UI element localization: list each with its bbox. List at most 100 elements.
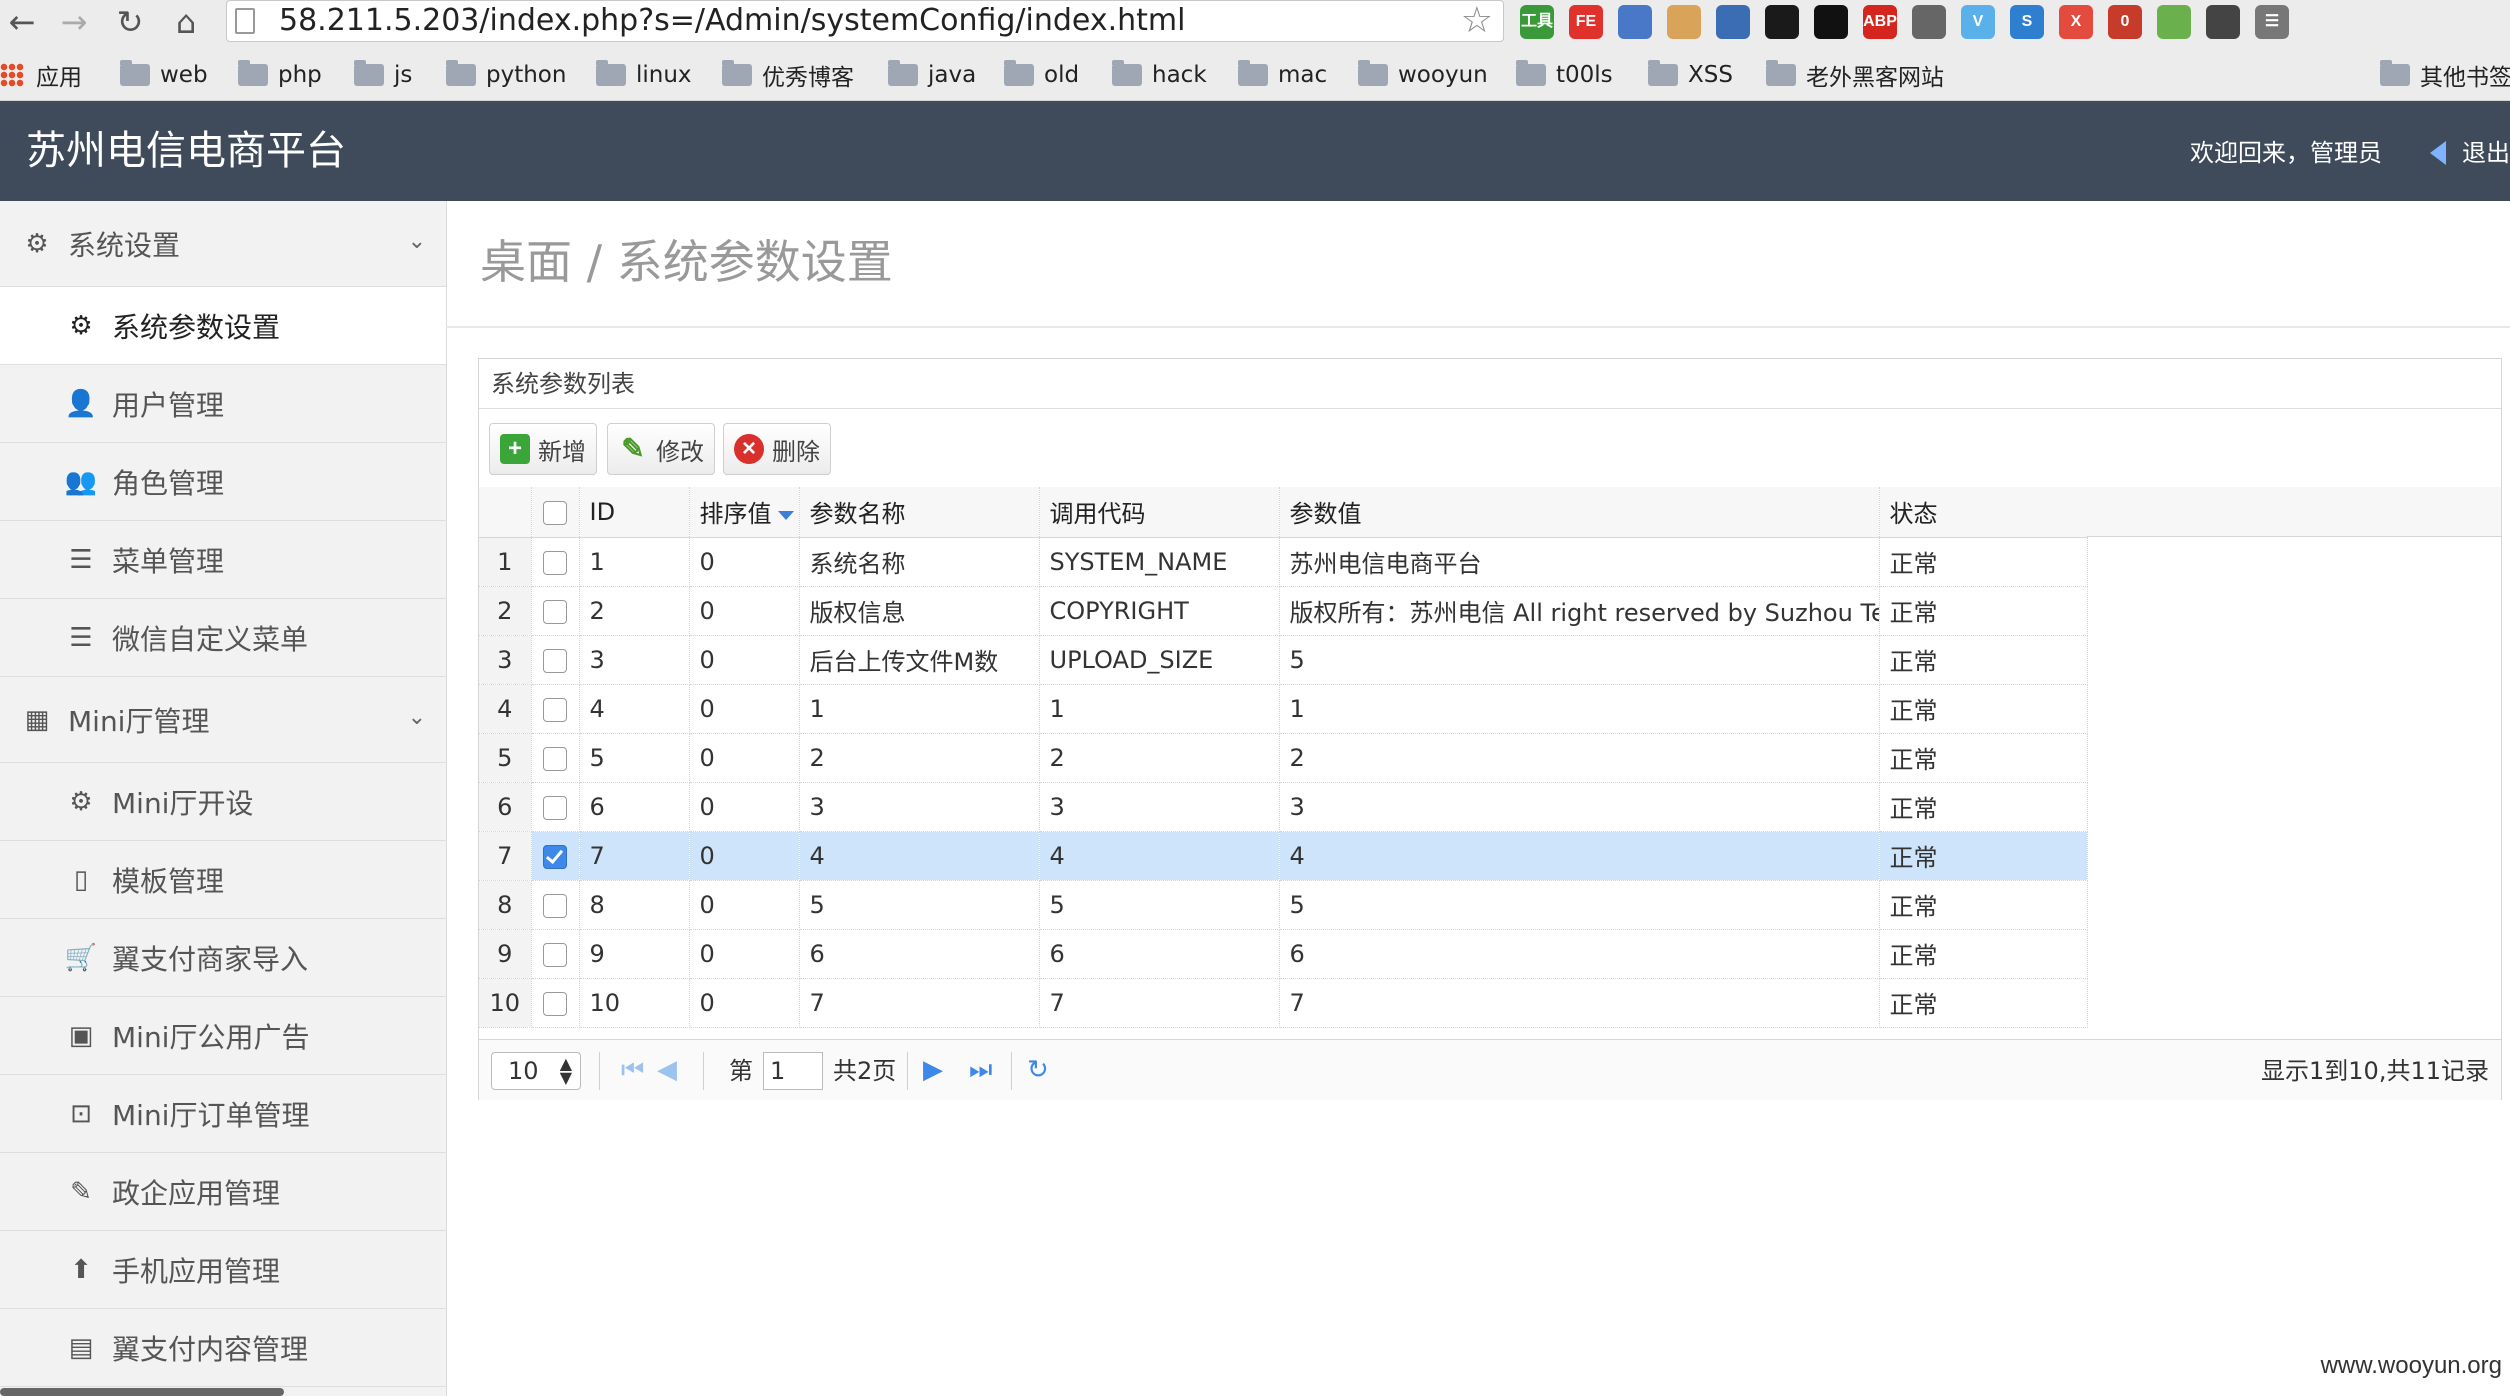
edit-button[interactable]: ✎ 修改 bbox=[607, 423, 715, 475]
bookmark-4[interactable]: python bbox=[446, 58, 566, 92]
sidebar-scrollbar[interactable] bbox=[0, 1388, 284, 1396]
sidebar-item-13[interactable]: ⬆ 手机应用管理 bbox=[0, 1231, 446, 1309]
table-row[interactable]: 1 1 0 系统名称 SYSTEM_NAME 苏州电信电商平台 正常 bbox=[479, 537, 2088, 587]
table-row[interactable]: 5 5 0 2 2 2 正常 bbox=[479, 733, 2088, 783]
menu-icon[interactable]: ☰ bbox=[2255, 5, 2289, 39]
page-number-input[interactable]: 1 bbox=[763, 1052, 823, 1090]
bookmark-12[interactable]: t00ls bbox=[1516, 58, 1613, 92]
sidebar-item-8[interactable]: ▯ 模板管理 bbox=[0, 841, 446, 919]
sidebar-item-12[interactable]: ✎ 政企应用管理 bbox=[0, 1153, 446, 1231]
row-checkbox[interactable] bbox=[543, 795, 567, 820]
sidebar-item-10[interactable]: ▣ Mini厅公用广告 bbox=[0, 997, 446, 1075]
sidebar-item-7[interactable]: ⚙ Mini厅开设 bbox=[0, 763, 446, 841]
chevron-down-icon[interactable]: ⌄ bbox=[408, 705, 426, 730]
sidebar-item-6[interactable]: ▦ Mini厅管理 ⌄ bbox=[0, 677, 446, 763]
row-checkbox[interactable] bbox=[543, 942, 567, 967]
sidebar-item-11[interactable]: ⊡ Mini厅订单管理 bbox=[0, 1075, 446, 1153]
page-size-select[interactable]: 10 ▲ ▼ bbox=[491, 1052, 581, 1090]
row-checkbox[interactable] bbox=[543, 697, 567, 722]
x-icon[interactable]: X bbox=[2059, 5, 2093, 39]
row-checkbox[interactable] bbox=[543, 844, 567, 869]
header-call-code[interactable]: 调用代码 bbox=[1039, 487, 1280, 538]
row-select[interactable] bbox=[531, 684, 580, 734]
row-checkbox[interactable] bbox=[543, 648, 567, 673]
row-checkbox[interactable] bbox=[543, 893, 567, 918]
logout-link[interactable]: 退出 bbox=[2430, 137, 2510, 169]
row-select[interactable] bbox=[531, 635, 580, 685]
bookmark-11[interactable]: wooyun bbox=[1358, 58, 1488, 92]
next-page-icon[interactable]: ▶ bbox=[923, 1056, 943, 1084]
bookmark-2[interactable]: php bbox=[238, 58, 322, 92]
add-button[interactable]: + 新增 bbox=[489, 423, 597, 475]
bookmark-8[interactable]: old bbox=[1004, 58, 1079, 92]
header-status[interactable]: 状态 bbox=[1879, 487, 2088, 538]
sidebar-item-3[interactable]: 👥 角色管理 bbox=[0, 443, 446, 521]
row-select[interactable] bbox=[531, 929, 580, 979]
badge-icon[interactable]: 0 bbox=[2108, 5, 2142, 39]
globe-icon[interactable] bbox=[1618, 5, 1652, 39]
bookmark-3[interactable]: js bbox=[354, 58, 412, 92]
row-checkbox[interactable] bbox=[543, 991, 567, 1016]
header-id[interactable]: ID bbox=[579, 487, 690, 538]
delete-button[interactable]: × 删除 bbox=[723, 423, 831, 475]
row-checkbox[interactable] bbox=[543, 746, 567, 771]
bookmark-1[interactable]: web bbox=[120, 58, 208, 92]
row-select[interactable] bbox=[531, 782, 580, 832]
bookmark-15[interactable]: 其他书签 bbox=[2380, 58, 2510, 92]
v-icon[interactable]: V bbox=[1961, 5, 1995, 39]
first-page-icon[interactable]: ⏮ bbox=[621, 1056, 644, 1084]
sidebar-item-0[interactable]: ⚙ 系统设置 ⌄ bbox=[0, 201, 446, 287]
row-select[interactable] bbox=[531, 831, 580, 881]
row-checkbox[interactable] bbox=[543, 599, 567, 624]
bookmark-9[interactable]: hack bbox=[1112, 58, 1207, 92]
eye-icon[interactable] bbox=[1765, 5, 1799, 39]
abp-icon[interactable]: ABP bbox=[1863, 5, 1897, 39]
prev-page-icon[interactable]: ◀ bbox=[657, 1056, 677, 1084]
evernote-icon[interactable] bbox=[1912, 5, 1946, 39]
s-icon[interactable]: S bbox=[2010, 5, 2044, 39]
dev-tools-icon[interactable]: 工具 bbox=[1520, 5, 1554, 39]
bookmark-0[interactable]: 应用 bbox=[0, 58, 82, 92]
header-param-value[interactable]: 参数值 bbox=[1279, 487, 1880, 538]
cookie-icon[interactable] bbox=[1667, 5, 1701, 39]
back-arrow-icon[interactable]: ← bbox=[2, 2, 42, 42]
table-row[interactable]: 8 8 0 5 5 5 正常 bbox=[479, 880, 2088, 930]
fe-icon[interactable]: FE bbox=[1569, 5, 1603, 39]
address-bar[interactable]: 58.211.5.203/index.php?s=/Admin/systemCo… bbox=[226, 0, 1504, 42]
bookmark-10[interactable]: mac bbox=[1238, 58, 1327, 92]
bookmark-7[interactable]: java bbox=[888, 58, 976, 92]
sidebar-item-9[interactable]: 🛒 翼支付商家导入 bbox=[0, 919, 446, 997]
bookmark-5[interactable]: linux bbox=[596, 58, 692, 92]
sidebar-item-1[interactable]: ⚙ 系统参数设置 bbox=[0, 287, 446, 365]
cloud-icon[interactable] bbox=[1716, 5, 1750, 39]
row-select[interactable] bbox=[531, 978, 580, 1028]
sidebar-item-4[interactable]: ☰ 菜单管理 bbox=[0, 521, 446, 599]
bookmark-6[interactable]: 优秀博客 bbox=[722, 58, 854, 92]
row-checkbox[interactable] bbox=[543, 550, 567, 575]
table-row[interactable]: 7 7 0 4 4 4 正常 bbox=[479, 831, 2088, 881]
row-select[interactable] bbox=[531, 880, 580, 930]
spider-icon[interactable] bbox=[2206, 5, 2240, 39]
reload-icon[interactable]: ↻ bbox=[110, 2, 150, 42]
tag-icon[interactable] bbox=[2157, 5, 2191, 39]
chevron-down-icon[interactable]: ⌄ bbox=[408, 229, 426, 254]
sidebar-item-5[interactable]: ☰ 微信自定义菜单 bbox=[0, 599, 446, 677]
table-row[interactable]: 3 3 0 后台上传文件M数 UPLOAD_SIZE 5 正常 bbox=[479, 635, 2088, 685]
bookmark-14[interactable]: 老外黑客网站 bbox=[1766, 58, 1944, 92]
circle-icon[interactable] bbox=[1814, 5, 1848, 39]
last-page-icon[interactable]: ⏭ bbox=[969, 1056, 992, 1084]
table-row[interactable]: 9 9 0 6 6 6 正常 bbox=[479, 929, 2088, 979]
bookmark-13[interactable]: XSS bbox=[1648, 58, 1733, 92]
refresh-icon[interactable]: ↻ bbox=[1027, 1056, 1049, 1084]
header-select-all[interactable] bbox=[531, 487, 580, 538]
table-row[interactable]: 10 10 0 7 7 7 正常 bbox=[479, 978, 2088, 1028]
forward-arrow-icon[interactable]: → bbox=[54, 2, 94, 42]
url-text[interactable]: 58.211.5.203/index.php?s=/Admin/systemCo… bbox=[279, 3, 1186, 39]
table-row[interactable]: 6 6 0 3 3 3 正常 bbox=[479, 782, 2088, 832]
row-select[interactable] bbox=[531, 733, 580, 783]
sidebar-item-14[interactable]: ▤ 翼支付内容管理 bbox=[0, 1309, 446, 1387]
header-sort[interactable]: 排序值 bbox=[689, 487, 800, 538]
sidebar-item-2[interactable]: 👤 用户管理 bbox=[0, 365, 446, 443]
select-all-checkbox[interactable] bbox=[543, 500, 567, 525]
home-icon[interactable]: ⌂ bbox=[166, 2, 206, 42]
